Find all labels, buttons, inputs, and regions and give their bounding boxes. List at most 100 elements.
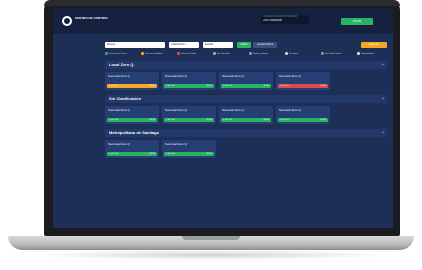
branch-status-left: 1 ok 2 ok bbox=[109, 119, 118, 121]
legend-item: Metropolitana bbox=[357, 52, 374, 57]
brand-logo-text: CENTRO DE CONTROL bbox=[75, 16, 109, 20]
branch-status-left: 1 ok 2 ok bbox=[109, 153, 118, 155]
legend-label: Sin datos bbox=[289, 53, 299, 56]
branch-card-title: Sucursal Zero Q bbox=[165, 142, 187, 146]
branch-status-left: 1 ok 2 ok bbox=[280, 119, 289, 121]
legend-item: Sin Conexión bbox=[213, 52, 230, 57]
branch-card[interactable]: Sucursal Zero Q 1 ok 2 ok $0 $0 bbox=[219, 72, 273, 90]
legend-swatch bbox=[249, 52, 252, 55]
branch-status-bar: 1 ok 2 ok $0 $0 bbox=[107, 118, 157, 122]
branch-card-title: Sucursal Zero Q bbox=[165, 74, 187, 78]
branch-status-right: $0 $0 bbox=[206, 153, 212, 155]
legend-label: Sin Conexión bbox=[217, 53, 231, 56]
section-header[interactable]: Metropolitana de Santiago ^ bbox=[105, 129, 387, 137]
branch-card-title: Sucursal Zero Q bbox=[108, 142, 130, 146]
legend-swatch bbox=[141, 52, 144, 55]
laptop-screen: CENTRO DE CONTROL USUARIO ADMINISTRADOR … bbox=[53, 8, 393, 228]
branch-status-right: $0 $0 bbox=[149, 153, 155, 155]
branch-status-right: $0 $0 bbox=[320, 119, 326, 121]
legend-item: Sin Clasificación bbox=[321, 52, 341, 57]
legend-label: Sin Clasificación bbox=[325, 53, 342, 56]
branch-card-title: Sucursal Zero Q bbox=[279, 74, 301, 78]
top-navbar: CENTRO DE CONTROL USUARIO ADMINISTRADOR … bbox=[53, 8, 393, 34]
branch-card[interactable]: Sucursal Zero Q 1 ok 2 ok $0 $0 bbox=[105, 72, 159, 90]
section-title: Metropolitana de Santiago bbox=[109, 130, 160, 135]
branch-status-bar: 1 ok 2 ok $0 $0 bbox=[221, 84, 271, 88]
branch-status-left: 1 ok 2 ok bbox=[166, 153, 175, 155]
user-info: USUARIO ADMINISTRADOR +56 9 00000000 bbox=[261, 15, 309, 24]
legend-swatch bbox=[105, 52, 108, 55]
classification-select[interactable]: Clasificación bbox=[169, 42, 199, 48]
legend-swatch bbox=[213, 52, 216, 55]
legend-label: Sucursal en Línea bbox=[109, 53, 127, 56]
apply-filter-button[interactable]: Filtrar bbox=[237, 42, 251, 48]
legend-swatch bbox=[321, 52, 324, 55]
branch-status-left: 1 ok 2 ok bbox=[166, 85, 175, 87]
legend-item: Sucursal Caída bbox=[177, 52, 196, 57]
branch-status-bar: 1 ok 2 ok $0 $0 bbox=[107, 152, 157, 156]
legend-label: Datos recibidos bbox=[253, 53, 269, 56]
section-title: Local Zero Q bbox=[109, 62, 134, 67]
branch-status-right: $0 $0 bbox=[320, 85, 326, 87]
logout-button[interactable]: SALIR bbox=[341, 18, 373, 25]
branch-status-left: 1 ok 2 ok bbox=[280, 85, 289, 87]
branch-status-right: $0 $0 bbox=[263, 119, 269, 121]
branch-card[interactable]: Sucursal Zero Q 1 ok 2 ok $0 $0 bbox=[162, 72, 216, 90]
legend-label: Metropolitana bbox=[361, 53, 375, 56]
section-header[interactable]: Local Zero Q ^ bbox=[105, 61, 387, 69]
legend-swatch bbox=[177, 52, 180, 55]
collapse-chevron-icon[interactable]: ^ bbox=[382, 61, 384, 69]
branch-card-title: Sucursal Zero Q bbox=[165, 108, 187, 112]
collapse-chevron-icon[interactable]: ^ bbox=[382, 129, 384, 137]
clear-filters-button[interactable]: Limpiar Filtros bbox=[253, 42, 277, 48]
branch-card[interactable]: Sucursal Zero Q 1 ok 2 ok $0 $0 bbox=[105, 106, 159, 124]
branch-card-title: Sucursal Zero Q bbox=[222, 108, 244, 112]
legend-item: Sucursal en Línea bbox=[105, 52, 127, 57]
brand-logo-icon bbox=[62, 16, 72, 26]
branch-card[interactable]: Sucursal Zero Q 1 ok 2 ok $0 $0 bbox=[219, 106, 273, 124]
branch-status-bar: 1 ok 2 ok $0 $0 bbox=[278, 118, 328, 122]
branch-status-bar: 1 ok 2 ok $0 $0 bbox=[164, 118, 214, 122]
branch-status-right: $0 $0 bbox=[206, 85, 212, 87]
branch-card-title: Sucursal Zero Q bbox=[108, 108, 130, 112]
branch-status-right: $0 $0 bbox=[149, 85, 155, 87]
branch-card-title: Sucursal Zero Q bbox=[279, 108, 301, 112]
legend-label: Sucursal Caída bbox=[181, 53, 196, 56]
status-legend: Sucursal en Línea Sucursal en Alerta Sucur… bbox=[105, 52, 393, 57]
branch-card[interactable]: Sucursal Zero Q 1 ok 2 ok $0 $0 bbox=[276, 106, 330, 124]
branch-status-left: 1 ok 2 ok bbox=[109, 85, 118, 87]
laptop-base bbox=[8, 236, 414, 250]
branch-status-left: 1 ok 2 ok bbox=[223, 85, 232, 87]
branch-status-right: $0 $0 bbox=[149, 119, 155, 121]
branch-status-left: 1 ok 2 ok bbox=[166, 119, 175, 121]
branch-status-bar: 1 ok 2 ok $0 $0 bbox=[107, 84, 157, 88]
branch-card-title: Sucursal Zero Q bbox=[222, 74, 244, 78]
branch-card[interactable]: Sucursal Zero Q 1 ok 2 ok $0 $0 bbox=[276, 72, 330, 90]
user-phone: +56 9 00000000 bbox=[263, 19, 282, 22]
branch-status-right: $0 $0 bbox=[206, 119, 212, 121]
legend-swatch bbox=[357, 52, 360, 55]
branch-card[interactable]: Sucursal Zero Q 1 ok 2 ok $0 $0 bbox=[162, 106, 216, 124]
legend-item: Datos recibidos bbox=[249, 52, 268, 57]
legend-swatch bbox=[285, 52, 288, 55]
branch-status-left: 1 ok 2 ok bbox=[223, 119, 232, 121]
legend-item: Sin datos bbox=[285, 52, 298, 57]
status-select[interactable]: Estado bbox=[203, 42, 233, 48]
legend-item: Sucursal en Alerta bbox=[141, 52, 163, 57]
export-button[interactable]: Exportar bbox=[361, 42, 387, 48]
branch-status-bar: 1 ok 2 ok $0 $0 bbox=[164, 152, 214, 156]
section-title: Sin Clasificación bbox=[109, 96, 142, 101]
branch-status-bar: 1 ok 2 ok $0 $0 bbox=[164, 84, 214, 88]
branch-status-right: $0 $0 bbox=[263, 85, 269, 87]
laptop-base-notch bbox=[182, 236, 240, 240]
branch-card[interactable]: Sucursal Zero Q 1 ok 2 ok $0 $0 bbox=[162, 140, 216, 158]
section-header[interactable]: Sin Clasificación ^ bbox=[105, 95, 387, 103]
legend-label: Sucursal en Alerta bbox=[145, 53, 163, 56]
collapse-chevron-icon[interactable]: ^ bbox=[382, 95, 384, 103]
branch-status-bar: 1 ok 2 ok $0 $0 bbox=[221, 118, 271, 122]
branch-card-title: Sucursal Zero Q bbox=[108, 74, 130, 78]
search-input[interactable]: Buscar... bbox=[105, 42, 165, 48]
laptop-shadow bbox=[30, 250, 392, 260]
branch-status-bar: 1 ok 2 ok $0 $0 bbox=[278, 84, 328, 88]
branch-card[interactable]: Sucursal Zero Q 1 ok 2 ok $0 $0 bbox=[105, 140, 159, 158]
